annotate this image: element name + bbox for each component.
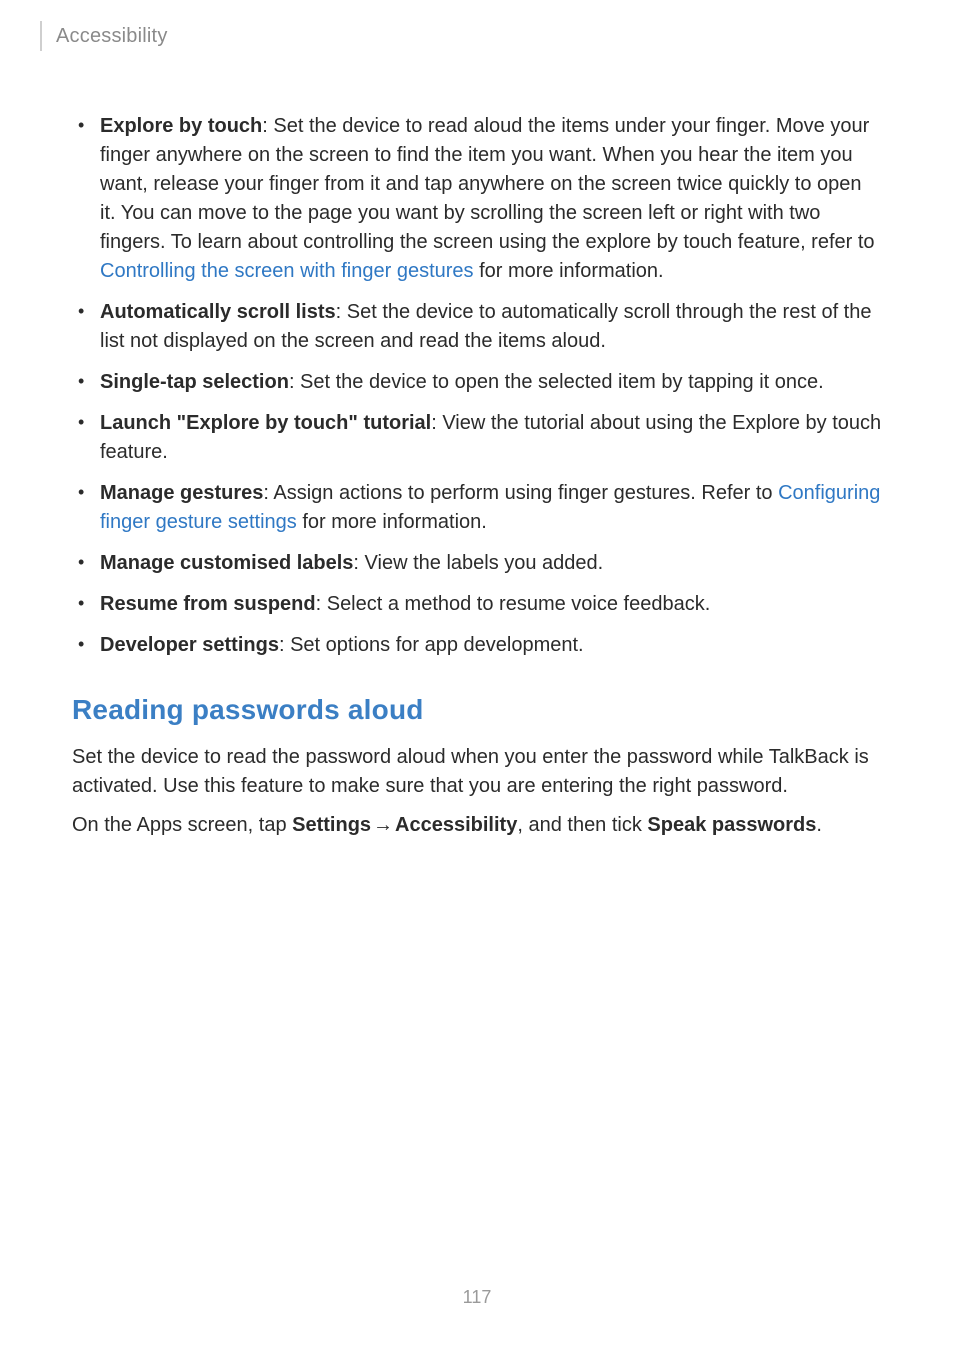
instruction-text: , and then tick [517, 814, 647, 836]
feature-text: : View the labels you added. [353, 552, 603, 574]
section-paragraph: On the Apps screen, tap Settings → Acces… [72, 811, 882, 840]
feature-text: : Assign actions to perform using finger… [263, 482, 778, 504]
feature-text-post: for more information. [297, 511, 487, 533]
cross-reference-link[interactable]: Controlling the screen with finger gestu… [100, 260, 474, 282]
feature-text: : Set options for app development. [279, 634, 584, 656]
feature-term: Launch "Explore by touch" tutorial [100, 412, 431, 434]
feature-text: : Set the device to open the selected it… [289, 371, 824, 393]
feature-term: Manage customised labels [100, 552, 353, 574]
header-rule [40, 21, 42, 51]
list-item: Automatically scroll lists: Set the devi… [72, 298, 882, 356]
section-paragraph: Set the device to read the password alou… [72, 743, 882, 801]
list-item: Manage gestures: Assign actions to perfo… [72, 479, 882, 537]
instruction-text: On the Apps screen, tap [72, 814, 292, 836]
feature-term: Developer settings [100, 634, 279, 656]
content-area: Explore by touch: Set the device to read… [0, 54, 954, 840]
breadcrumb: Accessibility [56, 22, 168, 51]
section-heading: Reading passwords aloud [72, 690, 882, 731]
feature-list: Explore by touch: Set the device to read… [72, 112, 882, 660]
list-item: Developer settings: Set options for app … [72, 631, 882, 660]
feature-text-post: for more information. [474, 260, 664, 282]
feature-term: Resume from suspend [100, 593, 316, 615]
instruction-text: . [816, 814, 822, 836]
page-number: 117 [0, 1284, 954, 1310]
arrow-icon: → [371, 811, 395, 840]
ui-label: Accessibility [395, 814, 517, 836]
page: Accessibility Explore by touch: Set the … [0, 0, 954, 1350]
ui-label: Speak passwords [647, 814, 816, 836]
ui-label: Settings [292, 814, 371, 836]
list-item: Launch "Explore by touch" tutorial: View… [72, 409, 882, 467]
feature-term: Single-tap selection [100, 371, 289, 393]
list-item: Explore by touch: Set the device to read… [72, 112, 882, 286]
feature-term: Automatically scroll lists [100, 301, 336, 323]
list-item: Manage customised labels: View the label… [72, 549, 882, 578]
feature-text: : Select a method to resume voice feedba… [316, 593, 711, 615]
list-item: Resume from suspend: Select a method to … [72, 590, 882, 619]
page-header: Accessibility [0, 0, 954, 54]
feature-term: Explore by touch [100, 115, 262, 137]
feature-term: Manage gestures [100, 482, 263, 504]
list-item: Single-tap selection: Set the device to … [72, 368, 882, 397]
